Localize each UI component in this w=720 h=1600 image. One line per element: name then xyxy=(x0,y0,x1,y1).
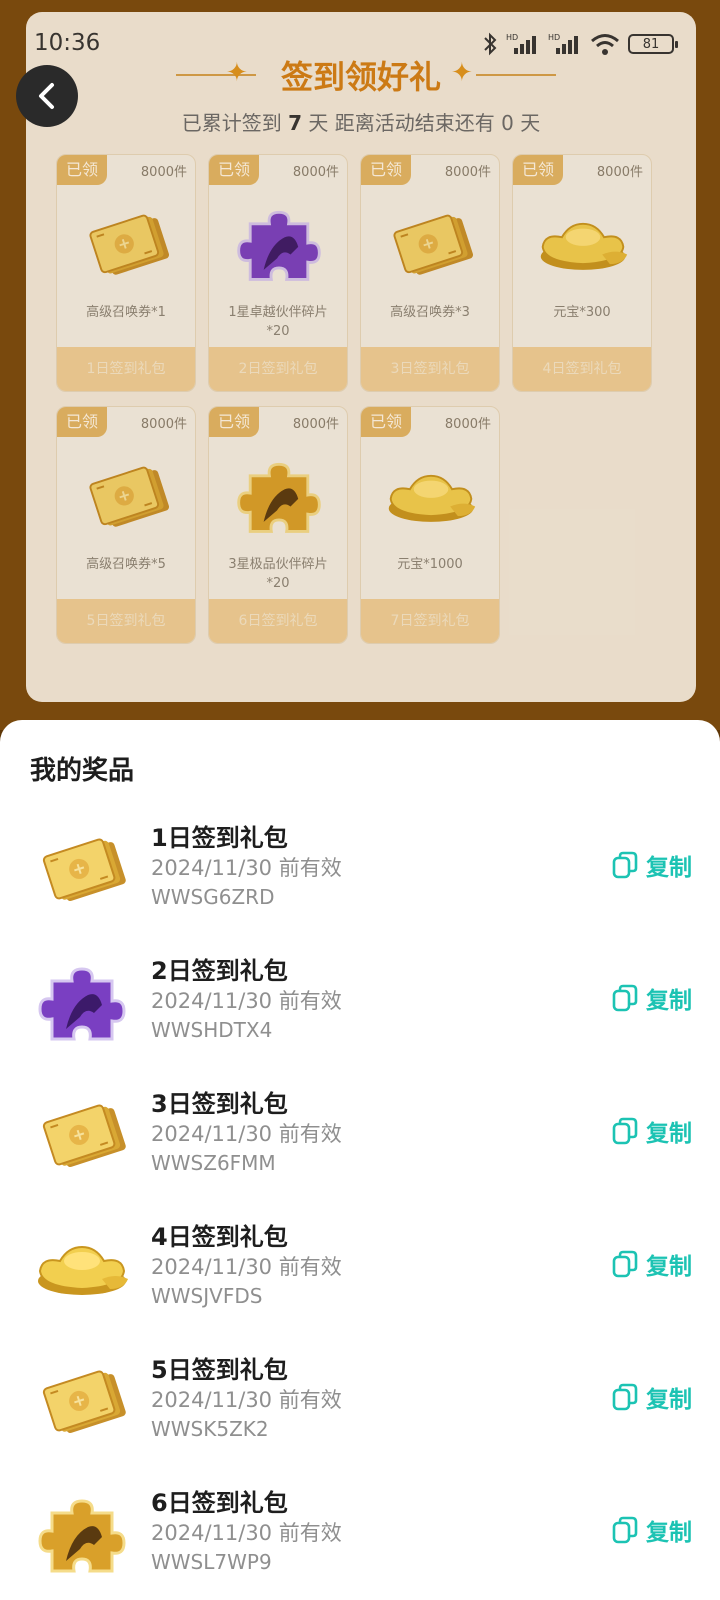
copy-label: 复制 xyxy=(646,1387,692,1413)
purple-puzzle-icon xyxy=(30,949,134,1053)
prize-code: WWSZ6FMM xyxy=(151,1151,276,1175)
copy-icon xyxy=(612,851,638,879)
gold-ticket-icon xyxy=(30,816,134,920)
prize-name: 6日签到礼包 xyxy=(151,1489,288,1517)
prize-row: 5日签到礼包 2024/11/30 前有效 WWSK5ZK2 复制 xyxy=(0,1340,720,1460)
copy-label: 复制 xyxy=(646,988,692,1014)
background-page: 10:36 HD HD 81 ✦ 签到领好礼 ✦ 已累计签到 7 天 距离活动结… xyxy=(0,0,720,730)
prize-expiry: 2024/11/30 前有效 xyxy=(151,856,342,880)
prize-expiry: 2024/11/30 前有效 xyxy=(151,1122,342,1146)
back-button[interactable] xyxy=(16,65,78,127)
prize-code: WWSG6ZRD xyxy=(151,885,275,909)
prize-expiry: 2024/11/30 前有效 xyxy=(151,989,342,1013)
copy-label: 复制 xyxy=(646,1254,692,1280)
copy-button[interactable]: 复制 xyxy=(612,848,692,882)
prize-expiry: 2024/11/30 前有效 xyxy=(151,1521,342,1545)
prize-row: 6日签到礼包 2024/11/30 前有效 WWSL7WP9 复制 xyxy=(0,1473,720,1593)
prize-expiry: 2024/11/30 前有效 xyxy=(151,1388,342,1412)
copy-button[interactable]: 复制 xyxy=(612,981,692,1015)
prize-code: WWSL7WP9 xyxy=(151,1550,272,1574)
copy-button[interactable]: 复制 xyxy=(612,1247,692,1281)
gold-ticket-icon xyxy=(30,1082,134,1186)
prize-row: 2日签到礼包 2024/11/30 前有效 WWSHDTX4 复制 xyxy=(0,941,720,1061)
prize-name: 1日签到礼包 xyxy=(151,824,288,852)
gold-ingot-icon xyxy=(30,1215,134,1319)
prize-expiry: 2024/11/30 前有效 xyxy=(151,1255,342,1279)
gold-puzzle-icon xyxy=(30,1481,134,1585)
my-prizes-sheet: 我的奖品 1日签到礼包 2024/11/30 前有效 WWSG6ZRD 复制 2… xyxy=(0,720,720,1600)
copy-label: 复制 xyxy=(646,855,692,881)
gold-ticket-icon xyxy=(30,1348,134,1452)
copy-label: 复制 xyxy=(646,1121,692,1147)
prize-name: 4日签到礼包 xyxy=(151,1223,288,1251)
copy-icon xyxy=(612,984,638,1012)
copy-icon xyxy=(612,1250,638,1278)
copy-label: 复制 xyxy=(646,1520,692,1546)
sheet-title: 我的奖品 xyxy=(30,756,135,786)
prize-row: 4日签到礼包 2024/11/30 前有效 WWSJVFDS 复制 xyxy=(0,1207,720,1327)
copy-button[interactable]: 复制 xyxy=(612,1114,692,1148)
copy-button[interactable]: 复制 xyxy=(612,1380,692,1414)
prize-code: WWSJVFDS xyxy=(151,1284,263,1308)
prize-row: 3日签到礼包 2024/11/30 前有效 WWSZ6FMM 复制 xyxy=(0,1074,720,1194)
prize-code: WWSHDTX4 xyxy=(151,1018,273,1042)
prize-name: 3日签到礼包 xyxy=(151,1090,288,1118)
prize-name: 2日签到礼包 xyxy=(151,957,288,985)
dim-overlay xyxy=(0,0,720,730)
prize-name: 5日签到礼包 xyxy=(151,1356,288,1384)
copy-icon xyxy=(612,1383,638,1411)
copy-icon xyxy=(612,1117,638,1145)
prize-row: 1日签到礼包 2024/11/30 前有效 WWSG6ZRD 复制 xyxy=(0,808,720,928)
copy-icon xyxy=(612,1516,638,1544)
chevron-left-icon xyxy=(39,83,54,109)
prize-code: WWSK5ZK2 xyxy=(151,1417,269,1441)
copy-button[interactable]: 复制 xyxy=(612,1513,692,1547)
